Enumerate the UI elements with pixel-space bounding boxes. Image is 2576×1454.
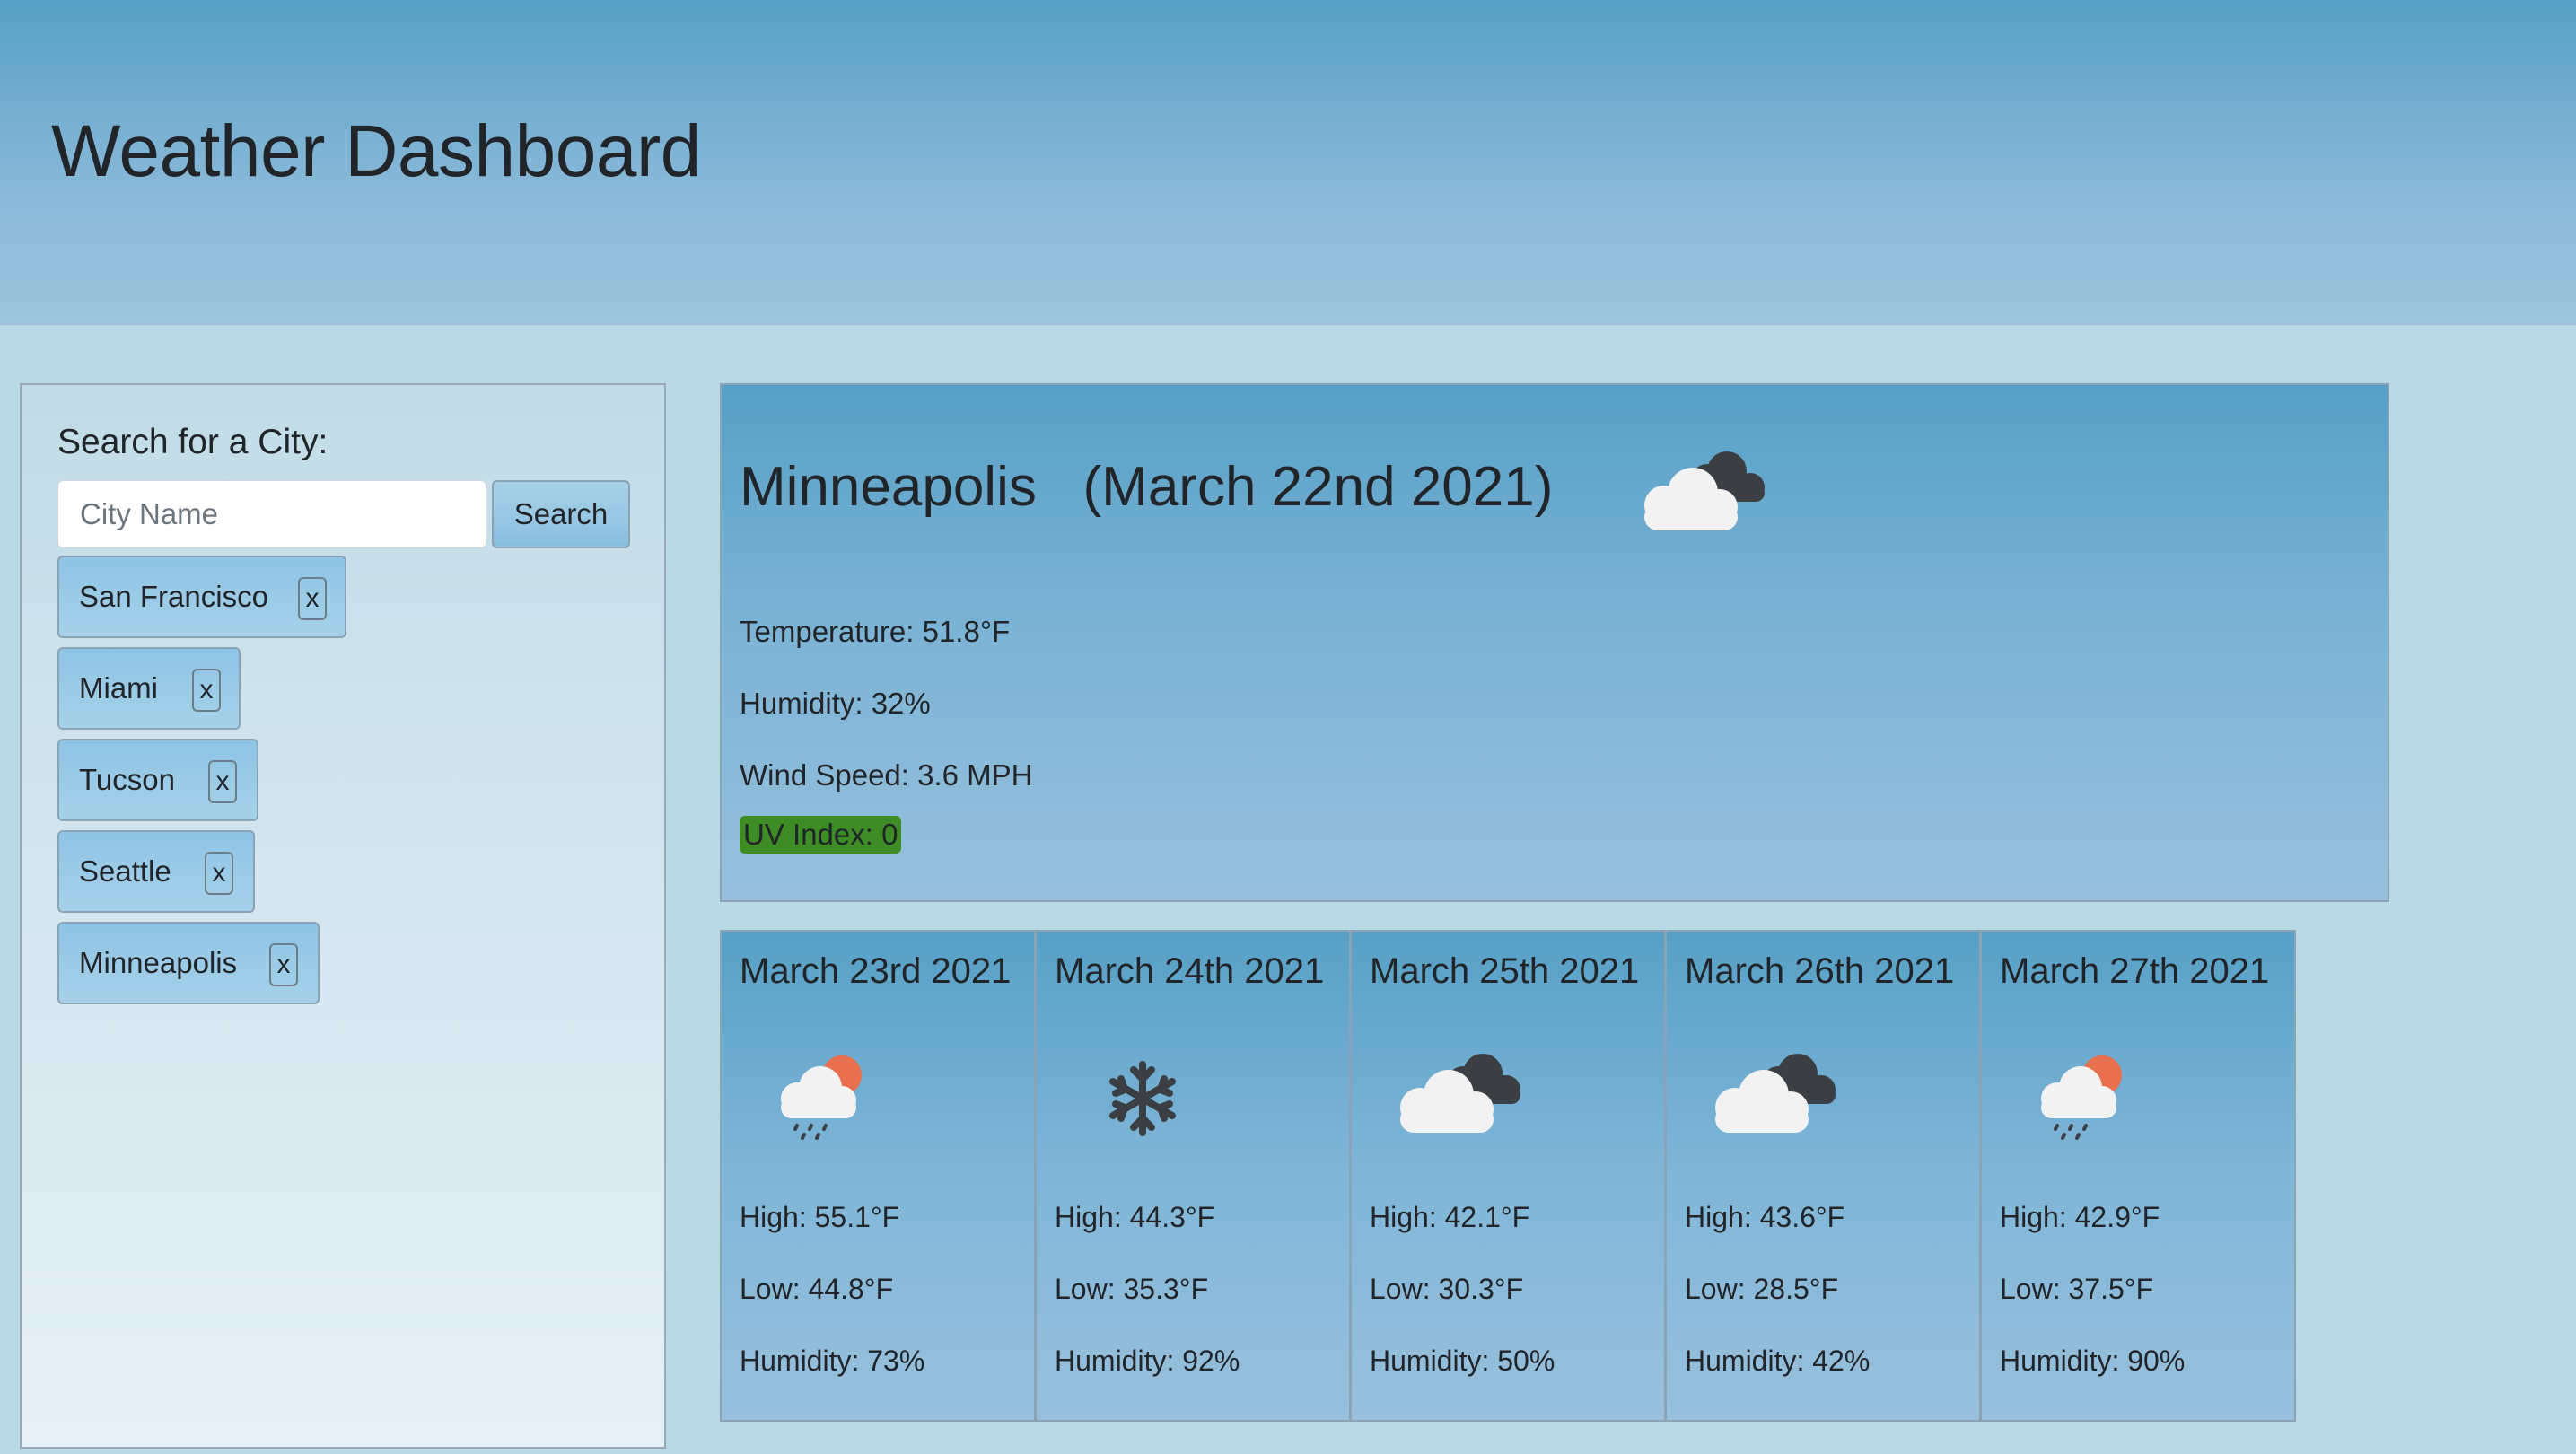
snowflake-icon xyxy=(1109,1061,1176,1136)
uv-index-badge: UV Index: 0 xyxy=(740,816,902,854)
forecast-card: March 25th 2021 High: 42.1°F Low: 30.3°F… xyxy=(1350,930,1666,1422)
forecast-high: High: 42.1°F xyxy=(1370,1201,1530,1233)
forecast-low: Low: 35.3°F xyxy=(1055,1273,1209,1305)
current-city-title: Minneapolis (March 22nd 2021) xyxy=(740,456,1554,518)
forecast-card: March 27th 2021 High: 42.9°F Low: 37.5°F… xyxy=(1980,930,2296,1422)
current-wind-speed: Wind Speed: 3.6 MPH xyxy=(740,758,1033,792)
forecast-low: Low: 30.3°F xyxy=(1370,1273,1524,1305)
rain-sun-icon xyxy=(781,1055,862,1140)
remove-city-button[interactable]: x xyxy=(269,943,298,986)
search-button[interactable]: Search xyxy=(492,480,630,548)
forecast-high: High: 43.6°F xyxy=(1685,1201,1845,1233)
cloudy-icon xyxy=(1644,451,1765,530)
forecast-card: March 24th 2021 High: 44.3°F Low: 35.3°F… xyxy=(1035,930,1351,1422)
city-item-seattle[interactable]: Seattle x xyxy=(57,830,255,913)
current-weather-card: Minneapolis (March 22nd 2021) Temperatur… xyxy=(720,383,2389,902)
five-day-forecast: March 23rd 2021 High: 55.1°F Low: 44.8°F… xyxy=(720,930,2296,1422)
city-item-label: Miami xyxy=(79,671,158,705)
city-item-tucson[interactable]: Tucson x xyxy=(57,739,258,821)
city-item-label: San Francisco xyxy=(79,580,268,613)
city-item-minneapolis[interactable]: Minneapolis x xyxy=(57,922,320,1004)
forecast-humidity: Humidity: 90% xyxy=(2000,1345,2186,1377)
forecast-low: Low: 44.8°F xyxy=(740,1273,894,1305)
cloudy-icon xyxy=(1400,1054,1520,1133)
remove-city-button[interactable]: x xyxy=(192,669,221,712)
cloudy-icon xyxy=(1715,1054,1836,1133)
forecast-date: March 24th 2021 xyxy=(1055,951,1325,991)
forecast-low: Low: 28.5°F xyxy=(1685,1273,1839,1305)
city-item-label: Tucson xyxy=(79,763,175,796)
forecast-humidity: Humidity: 50% xyxy=(1370,1345,1555,1377)
forecast-humidity: Humidity: 73% xyxy=(740,1345,925,1377)
forecast-humidity: Humidity: 42% xyxy=(1685,1345,1871,1377)
search-panel: Search for a City: Search San Francisco … xyxy=(20,383,666,1449)
rain-sun-icon xyxy=(2041,1055,2122,1140)
city-item-label: Minneapolis xyxy=(79,946,238,979)
forecast-low: Low: 37.5°F xyxy=(2000,1273,2154,1305)
page-header: Weather Dashboard xyxy=(0,0,2576,325)
city-item-label: Seattle xyxy=(79,854,171,888)
forecast-date: March 23rd 2021 xyxy=(740,951,1012,991)
forecast-date: March 25th 2021 xyxy=(1370,951,1640,991)
forecast-date: March 27th 2021 xyxy=(2000,951,2270,991)
city-search-input[interactable] xyxy=(57,480,486,548)
current-humidity: Humidity: 32% xyxy=(740,687,931,720)
forecast-card: March 23rd 2021 High: 55.1°F Low: 44.8°F… xyxy=(720,930,1036,1422)
remove-city-button[interactable]: x xyxy=(205,852,233,895)
city-item-miami[interactable]: Miami x xyxy=(57,647,241,730)
remove-city-button[interactable]: x xyxy=(298,577,327,620)
forecast-high: High: 55.1°F xyxy=(740,1201,900,1233)
forecast-high: High: 44.3°F xyxy=(1055,1201,1215,1233)
forecast-date: March 26th 2021 xyxy=(1685,951,1955,991)
forecast-card: March 26th 2021 High: 43.6°F Low: 28.5°F… xyxy=(1665,930,1981,1422)
page-title: Weather Dashboard xyxy=(51,110,701,192)
remove-city-button[interactable]: x xyxy=(208,760,237,803)
city-item-san-francisco[interactable]: San Francisco x xyxy=(57,556,346,638)
forecast-humidity: Humidity: 92% xyxy=(1055,1345,1240,1377)
current-temperature: Temperature: 51.8°F xyxy=(740,615,1011,648)
forecast-high: High: 42.9°F xyxy=(2000,1201,2160,1233)
search-heading: Search for a City: xyxy=(57,423,329,461)
